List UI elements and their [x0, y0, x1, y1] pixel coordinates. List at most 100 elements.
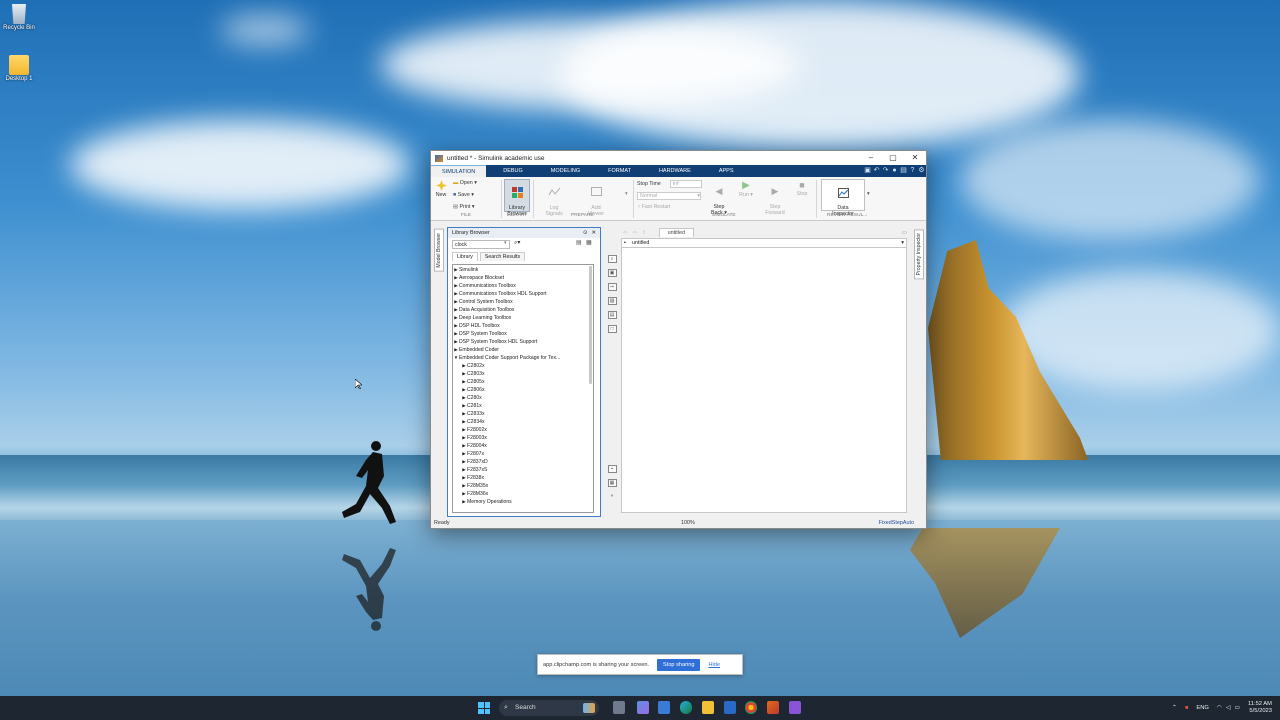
tab-library[interactable]: Library	[452, 252, 478, 261]
explorer-bar[interactable]: ▪ untitled ▾	[621, 238, 907, 248]
clipchamp-icon[interactable]	[789, 701, 801, 714]
model-browser-tab[interactable]: Model Browser	[434, 229, 444, 272]
app-tray-icon[interactable]: ■	[1185, 705, 1189, 711]
tree-item[interactable]: ▶ C281x	[453, 402, 593, 410]
pin-icon[interactable]: ⊙	[583, 230, 588, 236]
annotation-icon[interactable]: ▤	[607, 311, 617, 319]
taskbar-search[interactable]: ⌕ Search	[499, 700, 599, 716]
tree-item[interactable]: ▶ Deep Learning Toolbox	[453, 314, 593, 322]
area-icon[interactable]: □	[607, 325, 617, 333]
wifi-icon[interactable]: ◠	[1217, 705, 1222, 711]
stop-time-input[interactable]: inf	[670, 180, 702, 188]
tree-item[interactable]: ▶ F2837xS	[453, 466, 593, 474]
new-button[interactable]: New	[434, 180, 448, 198]
tab-debug[interactable]: DEBUG	[492, 165, 534, 177]
store-icon[interactable]	[724, 701, 736, 714]
tree-item[interactable]: ▶ F2837xD	[453, 458, 593, 466]
forward-icon[interactable]: ⇨	[633, 230, 638, 236]
edge-icon[interactable]	[680, 701, 692, 714]
tree-item[interactable]: ▶ Embedded Coder	[453, 346, 593, 354]
mail-icon[interactable]	[658, 701, 670, 714]
tab-modeling[interactable]: MODELING	[540, 165, 591, 177]
tab-simulation[interactable]: SIMULATION	[431, 165, 487, 177]
volume-icon[interactable]: ◁	[1226, 705, 1230, 711]
stop-sharing-button[interactable]: Stop sharing	[657, 658, 701, 671]
back-icon[interactable]: ⇦	[623, 230, 628, 236]
tab-search-results[interactable]: Search Results	[479, 252, 526, 261]
chevron-down-icon[interactable]: ▾	[504, 240, 507, 246]
tree-item[interactable]: ▶ Simulink	[453, 266, 593, 274]
save-button[interactable]: ■ Save ▾	[453, 192, 474, 198]
open-button[interactable]: ▬ Open ▾	[453, 180, 477, 186]
redo-icon[interactable]: ↷	[881, 165, 890, 177]
tree-item[interactable]: ▶ Data Acquisition Toolbox	[453, 306, 593, 314]
tree-item[interactable]: ▶ Communications Toolbox HDL Support	[453, 290, 593, 298]
layout-icon[interactable]: ▤	[899, 165, 908, 177]
simulation-mode-select[interactable]: Normal ▾	[637, 192, 701, 200]
print-button[interactable]: ▤ Print ▾	[453, 204, 475, 210]
model-canvas[interactable]	[621, 248, 907, 513]
desktop-icon-folder[interactable]: Desktop 1	[2, 55, 36, 82]
tree-item[interactable]: ▶ C2834x	[453, 418, 593, 426]
tree-item[interactable]: ▶ F28M36x	[453, 490, 593, 498]
tree-item[interactable]: ▶ Memory Operations	[453, 498, 593, 506]
tree-item[interactable]: ▶ Aerospace Blockset	[453, 274, 593, 282]
title-bar[interactable]: untitled * - Simulink academic use – ▢ ✕	[431, 151, 926, 165]
up-icon[interactable]: ⇧	[642, 230, 647, 236]
image-icon[interactable]: ▨	[607, 297, 617, 305]
taskbar-clock[interactable]: 11:52 AM 5/5/2023	[1248, 701, 1272, 715]
tree-item[interactable]: ▶ Communications Toolbox	[453, 282, 593, 290]
tree-item[interactable]: ▶ F28004x	[453, 442, 593, 450]
data-inspector-button[interactable]: Data Inspector	[821, 179, 865, 217]
solver-link[interactable]: FixedStepAuto	[879, 520, 914, 526]
tree-item[interactable]: ▶ C280x	[453, 394, 593, 402]
minimize-icon[interactable]: –	[860, 151, 882, 165]
model-tab[interactable]: untitled	[658, 228, 694, 237]
tree-item[interactable]: ▶ DSP System Toolbox	[453, 330, 593, 338]
tree-item[interactable]: ▶ DSP System Toolbox HDL Support	[453, 338, 593, 346]
tree-item[interactable]: ▶ C2833x	[453, 410, 593, 418]
run-button[interactable]: ▶ Run ▾	[736, 180, 756, 198]
library-browser-button[interactable]: Library Browser	[504, 179, 530, 217]
battery-icon[interactable]: ▭	[1234, 705, 1239, 711]
settings-icon[interactable]: ⚙	[917, 165, 926, 177]
undo-icon[interactable]: ↶	[872, 165, 881, 177]
model-info-icon[interactable]: ▦	[607, 479, 617, 487]
file-explorer-icon[interactable]	[702, 701, 714, 714]
tree-item[interactable]: ▶ C2806x	[453, 386, 593, 394]
property-inspector-tab[interactable]: Property Inspector	[914, 229, 924, 280]
list-view-icon[interactable]: ▤	[576, 239, 582, 246]
windows-start-icon[interactable]	[478, 702, 490, 714]
add-viewer-button[interactable]: Add Viewer	[581, 181, 611, 217]
arrow-icon[interactable]: ⇒	[607, 283, 617, 291]
close-icon[interactable]: ✕	[904, 151, 926, 165]
expand-icon[interactable]: »	[608, 493, 617, 501]
tree-item[interactable]: ▶ F28002x	[453, 426, 593, 434]
grid-view-icon[interactable]: ▦	[586, 239, 592, 246]
panel-close-icon[interactable]: ✕	[591, 230, 596, 236]
matlab-icon[interactable]	[767, 701, 779, 714]
library-search-input[interactable]: clock	[452, 240, 510, 249]
chevron-down-icon[interactable]: ▾	[901, 239, 904, 248]
search-icon[interactable]: ●	[890, 165, 899, 177]
stop-button[interactable]: ■ Stop	[793, 180, 811, 197]
language-indicator[interactable]: ENG	[1196, 705, 1209, 711]
tab-format[interactable]: FORMAT	[597, 165, 642, 177]
maximize-icon[interactable]: ▢	[882, 151, 904, 165]
tree-item[interactable]: ▶ F28M35x	[453, 482, 593, 490]
search-icon[interactable]: ⌕▾	[514, 239, 520, 247]
fast-restart-toggle[interactable]: ◔ Fast Restart	[637, 204, 671, 210]
chrome-icon[interactable]	[745, 701, 757, 714]
help-icon[interactable]: ?	[908, 165, 917, 177]
tree-item[interactable]: ▶ C2802x	[453, 362, 593, 370]
tree-item[interactable]: ▼ Embedded Coder Support Package for Tex.…	[453, 354, 593, 362]
zoom-icon[interactable]: ⌕	[607, 255, 617, 263]
chevron-up-icon[interactable]: ⌃	[1172, 705, 1177, 711]
prepare-expand-icon[interactable]: ▾	[625, 191, 628, 197]
hide-explorer-icon[interactable]: ▭	[902, 230, 907, 236]
tree-item[interactable]: ▶ C2803x	[453, 370, 593, 378]
tree-item[interactable]: ▶ DSP HDL Toolbox	[453, 322, 593, 330]
tree-scrollbar[interactable]	[589, 266, 592, 384]
step-forward-button[interactable]: ▶ Step Forward	[763, 180, 787, 216]
tree-item[interactable]: ▶ F28003x	[453, 434, 593, 442]
